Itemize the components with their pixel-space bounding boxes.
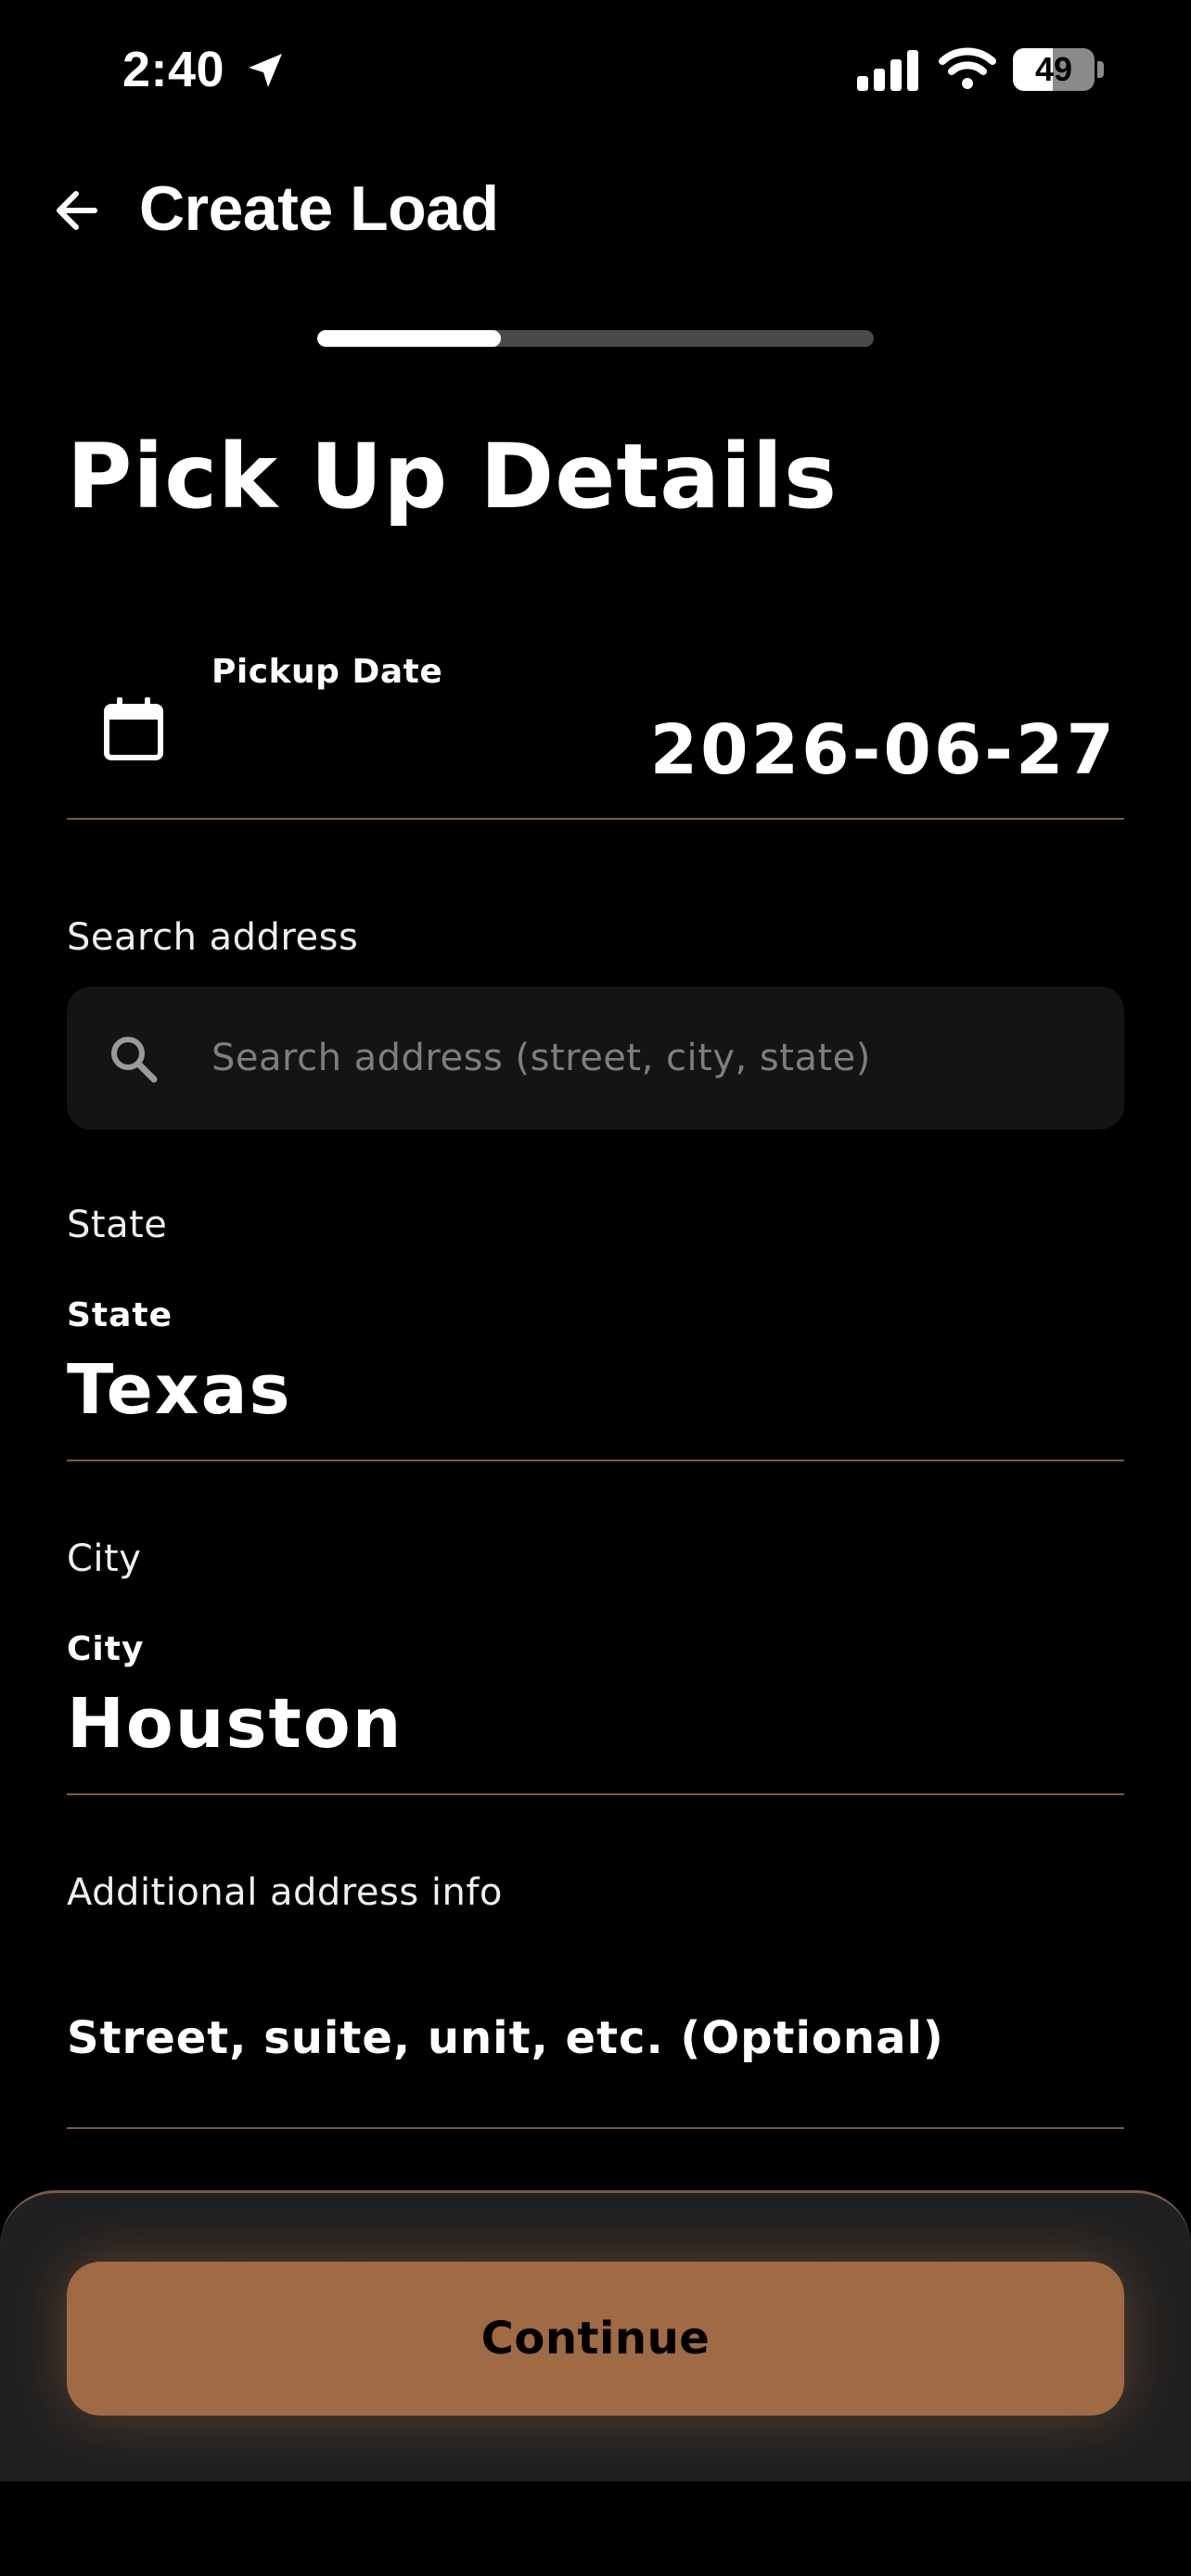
state-field-label: State — [67, 1296, 173, 1334]
additional-address-placeholder: Street, suite, unit, etc. (Optional) — [67, 2012, 944, 2064]
cellular-signal-icon — [857, 50, 918, 91]
pickup-date-value: 2026-06-27 — [649, 710, 1117, 790]
pickup-date-label: Pickup Date — [211, 653, 443, 691]
header-title: Create Load — [139, 173, 499, 244]
state-field[interactable]: State Texas — [67, 1296, 1124, 1461]
search-icon — [111, 1037, 158, 1083]
city-section-label: City — [67, 1537, 142, 1580]
wifi-icon — [939, 47, 996, 89]
bottom-action-panel: Continue — [0, 2190, 1191, 2481]
additional-address-field[interactable]: Street, suite, unit, etc. (Optional) — [67, 1990, 1124, 2129]
city-field-label: City — [67, 1630, 145, 1668]
search-address-label: Search address — [67, 916, 359, 959]
step-progress-fill — [317, 330, 501, 347]
pickup-date-field[interactable]: Pickup Date 2026-06-27 — [67, 640, 1124, 820]
search-address-input[interactable] — [211, 987, 1083, 1129]
location-arrow-icon — [249, 54, 282, 87]
battery-percentage: 49 — [1034, 50, 1073, 88]
city-field[interactable]: City Houston — [67, 1630, 1124, 1795]
additional-address-label: Additional address info — [67, 1871, 503, 1914]
continue-button[interactable]: Continue — [67, 2262, 1124, 2416]
calendar-icon — [104, 697, 163, 760]
search-address-box[interactable] — [67, 987, 1124, 1129]
state-section-label: State — [67, 1204, 168, 1246]
state-value: Texas — [67, 1350, 292, 1430]
back-arrow-button[interactable] — [46, 178, 111, 243]
city-value: Houston — [67, 1684, 403, 1764]
create-load-screen: 2:40 49 Create Load Pick Up Details Pick… — [0, 0, 1191, 2576]
battery-icon: 49 — [1013, 48, 1095, 91]
page-title: Pick Up Details — [67, 425, 838, 529]
battery-cap — [1097, 61, 1104, 78]
status-bar: 2:40 49 — [0, 0, 1191, 139]
step-progress-bar — [317, 330, 874, 347]
status-time: 2:40 — [122, 42, 225, 97]
